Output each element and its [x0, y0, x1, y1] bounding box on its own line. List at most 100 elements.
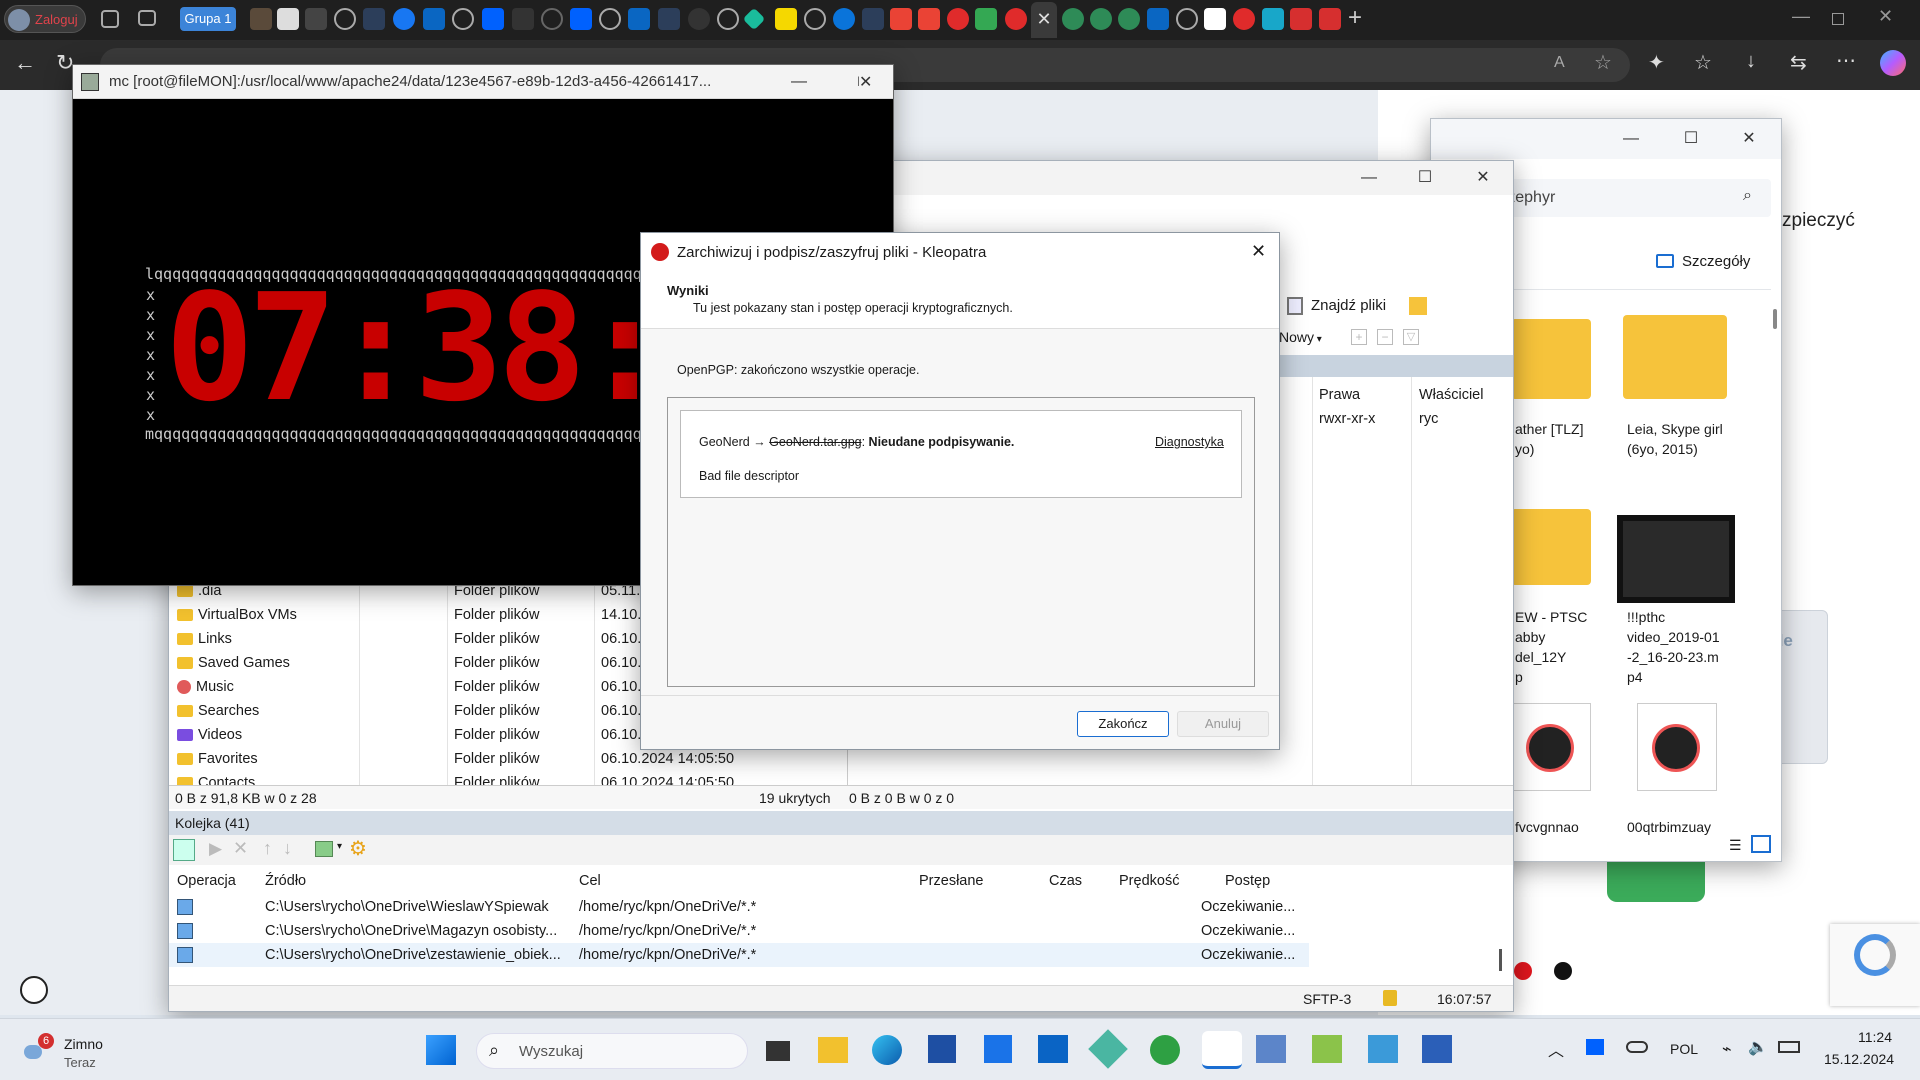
tab-icon-brain[interactable] — [1118, 8, 1140, 30]
col-transferred[interactable]: Przesłane — [919, 869, 983, 893]
folder-thumbnail[interactable] — [1623, 315, 1727, 399]
folder-thumbnail[interactable] — [1511, 319, 1591, 399]
table-row[interactable]: Contacts — [177, 771, 255, 785]
tab-icon-brain[interactable] — [1062, 8, 1084, 30]
globe-icon[interactable] — [599, 8, 621, 30]
table-row[interactable]: Searches — [177, 699, 259, 723]
collapse-icon[interactable]: − — [1377, 329, 1393, 345]
profile-button[interactable]: Zaloguj — [4, 5, 86, 33]
store-icon[interactable] — [984, 1035, 1012, 1063]
dropbox-icon[interactable] — [482, 8, 504, 30]
find-files-button[interactable]: Znajdź pliki — [1287, 293, 1399, 319]
tab-group-label[interactable]: Grupa 1 — [180, 7, 236, 31]
dropbox-tray-icon[interactable] — [1586, 1039, 1604, 1055]
battery-icon[interactable] — [1778, 1041, 1800, 1053]
table-row[interactable]: Links — [177, 627, 232, 651]
globe-icon[interactable] — [717, 8, 739, 30]
pdf-icon[interactable] — [1319, 8, 1341, 30]
back-icon[interactable]: ← — [14, 50, 36, 76]
list-item[interactable]: EW - PTSC abby del_12Y p — [1515, 607, 1605, 687]
table-row[interactable]: VirtualBox VMs — [177, 603, 297, 627]
app-icon-a[interactable] — [1422, 1035, 1452, 1063]
active-tab[interactable]: ✕ — [1031, 2, 1057, 38]
scrollbar[interactable] — [1773, 309, 1777, 329]
tab-icon-e[interactable] — [1005, 8, 1027, 30]
copilot-icon[interactable] — [1880, 50, 1906, 76]
finish-button[interactable]: Zakończ — [1077, 711, 1169, 737]
minimize-icon[interactable]: — — [1792, 6, 1810, 27]
at-icon[interactable] — [833, 8, 855, 30]
table-row[interactable]: Music — [177, 675, 234, 699]
new-menu[interactable]: Nowy ▾ — [1279, 329, 1329, 349]
github-icon[interactable] — [688, 8, 710, 30]
network-app-icon[interactable] — [1256, 1035, 1286, 1063]
start-icon[interactable] — [426, 1035, 456, 1065]
sync-browse-icon[interactable] — [1409, 297, 1427, 315]
queue-go-icon[interactable] — [173, 839, 195, 861]
linkedin-icon[interactable] — [1147, 8, 1169, 30]
language-indicator[interactable]: POL — [1670, 1041, 1698, 1057]
close-icon[interactable]: ✕ — [1251, 241, 1266, 262]
list-item[interactable]: !!!pthc video_2019-01 -2_16-20-23.m p4 — [1627, 607, 1757, 687]
dropbox-icon[interactable] — [570, 8, 592, 30]
tab-icon-p[interactable] — [775, 8, 797, 30]
more-icon[interactable]: ⋯ — [1836, 48, 1856, 73]
minimize-icon[interactable]: — — [789, 72, 809, 92]
table-row[interactable]: Videos — [177, 723, 242, 747]
weather-widget[interactable]: 6 Zimno Teraz — [24, 1033, 144, 1073]
tab-icon-3[interactable] — [305, 8, 327, 30]
tab-icon-4[interactable] — [512, 8, 534, 30]
edge-icon[interactable] — [872, 1035, 902, 1065]
app-icon-tools[interactable] — [1312, 1035, 1342, 1063]
tab-icon-5[interactable] — [742, 7, 766, 31]
gmail-icon[interactable] — [890, 8, 912, 30]
globe-icon[interactable] — [452, 8, 474, 30]
gear-icon[interactable]: ⚙ — [349, 836, 367, 861]
close-icon[interactable]: ✕ — [859, 72, 873, 92]
tab-icon-e[interactable] — [947, 8, 969, 30]
linkedin-icon[interactable] — [423, 8, 445, 30]
tile-view-icon[interactable] — [1751, 835, 1771, 853]
new-tab-icon[interactable]: + — [1348, 4, 1362, 32]
remote-desktop-icon[interactable] — [1368, 1035, 1398, 1063]
col-speed[interactable]: Prędkość — [1119, 869, 1179, 893]
minimize-icon[interactable]: — — [1621, 129, 1641, 149]
maximize-icon[interactable] — [1832, 13, 1844, 25]
tab-icon-brain[interactable] — [1090, 8, 1112, 30]
queue-row[interactable]: C:\Users\rycho\OneDrive\WieslawYSpiewak … — [169, 895, 1309, 919]
minimize-icon[interactable]: — — [1359, 168, 1379, 188]
col-rights-header[interactable]: Prawa — [1319, 383, 1360, 407]
play-icon[interactable]: ▶ — [209, 839, 222, 859]
details-button[interactable]: Szczegóły — [1656, 249, 1766, 275]
facebook-icon[interactable] — [393, 8, 415, 30]
chevron-up-icon[interactable]: ︿ — [1548, 1037, 1564, 1061]
black-dot[interactable] — [1554, 962, 1572, 980]
taskbar-search[interactable]: ⌕ Wyszukaj — [476, 1033, 748, 1069]
clock-time[interactable]: 11:24 — [1858, 1029, 1892, 1045]
outlook-icon[interactable] — [1038, 1035, 1068, 1063]
volume-icon[interactable]: 🔈 — [1748, 1037, 1768, 1057]
cancel-button[interactable]: Anuluj — [1177, 711, 1269, 737]
chevron-down-icon[interactable]: ▾ — [337, 841, 342, 852]
media-file-thumbnail[interactable] — [1511, 703, 1591, 791]
red-dot[interactable] — [1514, 962, 1532, 980]
move-down-icon[interactable]: ↓ — [283, 838, 292, 859]
play-icon[interactable] — [975, 8, 997, 30]
queue-row-selected[interactable]: C:\Users\rycho\OneDrive\zestawienie_obie… — [169, 943, 1309, 967]
list-item[interactable]: Leia, Skype girl (6yo, 2015) — [1627, 419, 1757, 459]
share-icon[interactable]: ⇆ — [1790, 50, 1807, 75]
scrollbar[interactable] — [1499, 949, 1502, 971]
col-time[interactable]: Czas — [1049, 869, 1082, 893]
workspaces-icon[interactable] — [101, 10, 119, 28]
table-row[interactable]: Saved Games — [177, 651, 290, 675]
extensions-icon[interactable]: ✦ — [1648, 50, 1665, 75]
close-icon[interactable]: ✕ — [1473, 168, 1493, 188]
diagnostics-link[interactable]: Diagnostyka — [1155, 435, 1224, 449]
globe-icon[interactable] — [334, 8, 356, 30]
kleopatra-taskbar-icon[interactable] — [1202, 1031, 1242, 1069]
gmail-icon[interactable] — [918, 8, 940, 30]
tab-icon-e[interactable] — [1233, 8, 1255, 30]
file-explorer-icon[interactable] — [818, 1037, 848, 1063]
col-source[interactable]: Źródło — [265, 869, 306, 893]
table-row[interactable]: Favorites — [177, 747, 258, 771]
